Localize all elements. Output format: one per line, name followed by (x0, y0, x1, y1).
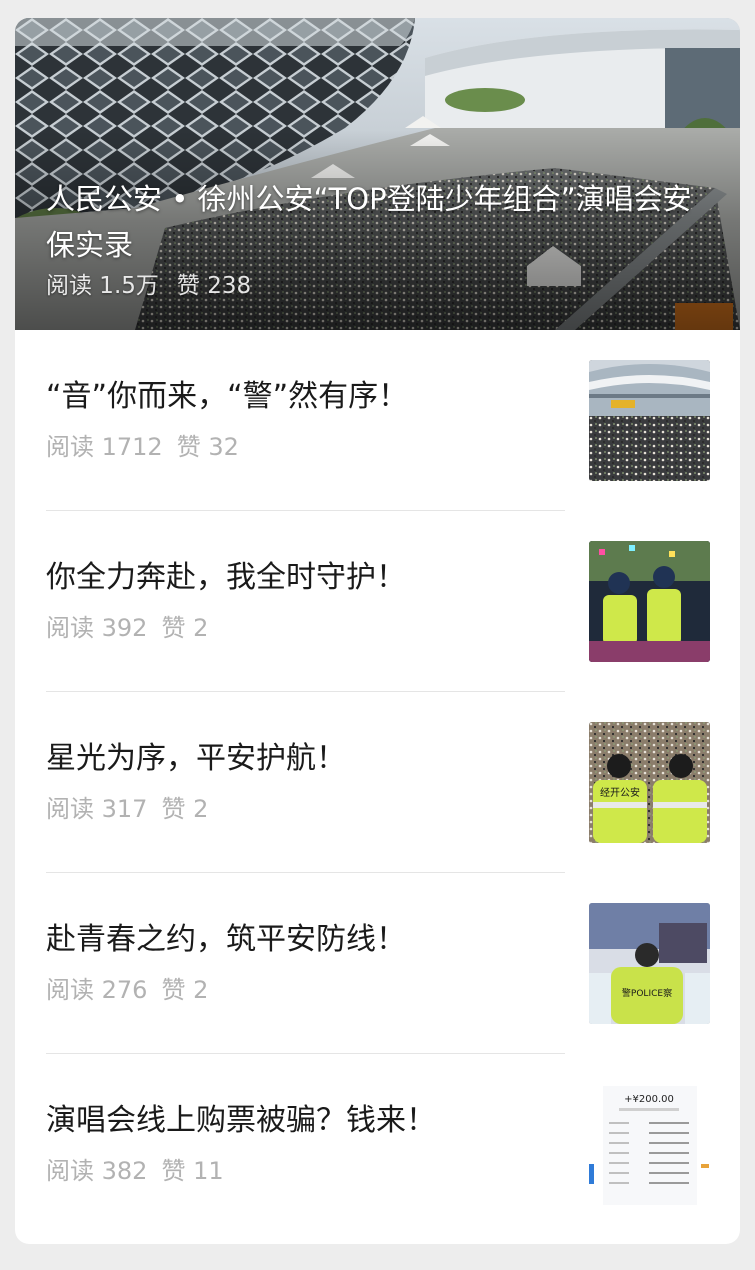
article-thumbnail: +¥200.00 (589, 1084, 710, 1205)
list-item[interactable]: “音”你而来，“警”然有序！ 阅读 1712 赞 32 (15, 330, 740, 511)
read-count: 阅读 392 (46, 614, 148, 642)
list-item[interactable]: 你全力奔赴，我全时守护！ 阅读 392 赞 2 (15, 511, 740, 692)
list-item[interactable]: 赴青春之约，筑平安防线！ 阅读 276 赞 2 警POLICE察 (15, 873, 740, 1054)
like-count: 赞 2 (161, 976, 209, 1004)
list-item[interactable]: 星光为序，平安护航！ 阅读 317 赞 2 经开公安 (15, 692, 740, 873)
hero-read-count: 阅读 1.5万 (46, 273, 159, 299)
article-thumbnail (589, 541, 710, 662)
hero-like-count: 赞 238 (176, 273, 252, 299)
police-officers-image (589, 541, 710, 662)
article-stats: 阅读 382 赞 11 (46, 1155, 224, 1187)
police-stage-image: 警POLICE察 (589, 903, 710, 1024)
article-stats: 阅读 276 赞 2 (46, 974, 208, 1006)
list-item[interactable]: 演唱会线上购票被骗？钱来！ 阅读 382 赞 11 +¥200.00 (15, 1054, 740, 1235)
article-title: 赴青春之约，筑平安防线！ (46, 922, 406, 957)
article-thumbnail (589, 360, 710, 481)
like-count: 赞 2 (161, 614, 209, 642)
stadium-crowd-image (589, 360, 710, 481)
like-count: 赞 2 (161, 795, 209, 823)
article-stats: 阅读 1712 赞 32 (46, 431, 239, 463)
payment-receipt-image: +¥200.00 (589, 1084, 710, 1205)
vest-label: 经开公安 (600, 786, 640, 799)
like-count: 赞 32 (176, 433, 239, 461)
article-stats: 阅读 392 赞 2 (46, 612, 208, 644)
article-thumbnail: 经开公安 (589, 722, 710, 843)
article-title: 星光为序，平安护航！ (46, 741, 346, 776)
article-title: “音”你而来，“警”然有序！ (46, 379, 409, 414)
vest-label: 警POLICE察 (622, 987, 672, 999)
hero-article[interactable]: 人民公安 • 徐州公安“TOP登陆少年组合”演唱会安保实录 阅读 1.5万赞 2… (15, 18, 740, 330)
read-count: 阅读 382 (46, 1157, 148, 1185)
read-count: 阅读 317 (46, 795, 148, 823)
like-count: 赞 11 (161, 1157, 224, 1185)
article-stats: 阅读 317 赞 2 (46, 793, 208, 825)
receipt-amount: +¥200.00 (624, 1094, 674, 1105)
article-thumbnail: 警POLICE察 (589, 903, 710, 1024)
article-title: 演唱会线上购票被骗？钱来！ (46, 1103, 436, 1138)
read-count: 阅读 1712 (46, 433, 163, 461)
read-count: 阅读 276 (46, 976, 148, 1004)
article-title: 你全力奔赴，我全时守护！ (46, 560, 406, 595)
article-list-card: 人民公安 • 徐州公安“TOP登陆少年组合”演唱会安保实录 阅读 1.5万赞 2… (15, 18, 740, 1244)
hero-title: 人民公安 • 徐州公安“TOP登陆少年组合”演唱会安保实录 (46, 182, 692, 262)
police-officers-back-image: 经开公安 (589, 722, 710, 843)
hero-stats: 阅读 1.5万赞 238 (46, 270, 251, 302)
